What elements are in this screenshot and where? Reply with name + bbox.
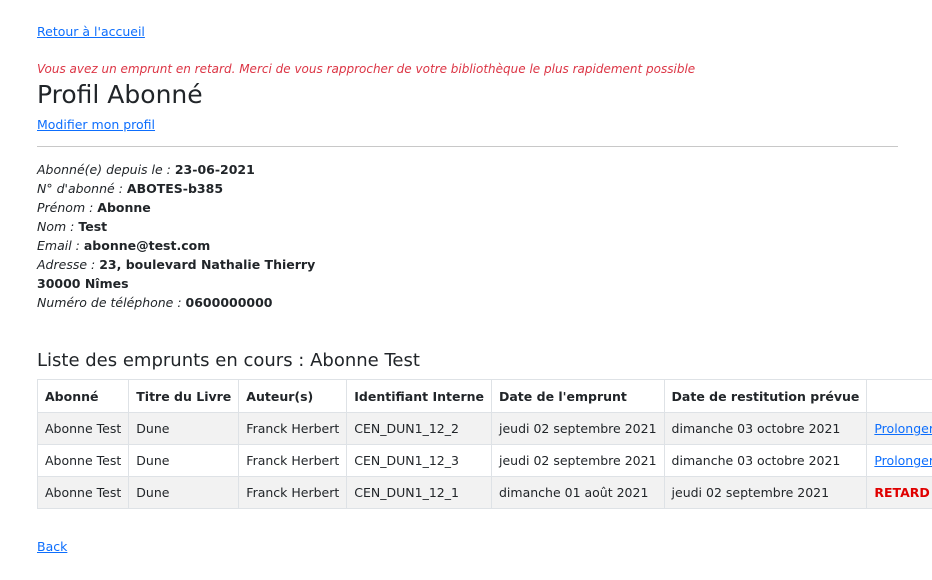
loans-table: Abonné Titre du Livre Auteur(s) Identifi… — [36, 379, 932, 509]
extend-loan-link[interactable]: Prolonger — [874, 453, 932, 468]
lastname-value: Test — [78, 219, 108, 234]
cell-loan-date: jeudi 02 septembre 2021 — [491, 444, 665, 477]
extend-loan-link[interactable]: Prolonger — [874, 421, 932, 436]
lastname-label: Nom : — [37, 219, 79, 234]
address-line2-row: 30000 Nîmes — [37, 274, 315, 293]
address-label: Adresse : — [37, 257, 100, 272]
cell-internal-id: CEN_DUN1_12_3 — [346, 444, 492, 477]
col-header-authors: Auteur(s) — [238, 379, 348, 413]
table-row: Abonne Test Dune Franck Herbert CEN_DUN1… — [36, 412, 932, 445]
divider — [37, 146, 898, 147]
table-header-row: Abonné Titre du Livre Auteur(s) Identifi… — [36, 379, 932, 413]
member-since-label: Abonné(e) depuis le : — [37, 162, 175, 177]
member-number-row: N° d'abonné : ABOTES-b385 — [37, 179, 315, 198]
cell-book-title: Dune — [128, 476, 240, 509]
table-row: Abonne Test Dune Franck Herbert CEN_DUN1… — [36, 476, 932, 509]
cell-internal-id: CEN_DUN1_12_1 — [346, 476, 492, 509]
firstname-row: Prénom : Abonne — [37, 198, 315, 217]
cell-status: RETARD — [866, 476, 932, 509]
col-header-subscriber: Abonné — [36, 379, 130, 413]
late-status-badge: RETARD — [874, 485, 930, 500]
lastname-row: Nom : Test — [37, 217, 315, 236]
overdue-alert: Vous avez un emprunt en retard. Merci de… — [37, 62, 696, 76]
edit-profile-link[interactable]: Modifier mon profil — [37, 117, 155, 132]
cell-book-title: Dune — [128, 444, 240, 477]
email-value: abonne@test.com — [83, 238, 211, 253]
cell-author: Franck Herbert — [238, 476, 348, 509]
member-since-value: 23-06-2021 — [174, 162, 255, 177]
address-line2: 30000 Nîmes — [37, 276, 129, 291]
address-row: Adresse : 23, boulevard Nathalie Thierry — [37, 255, 315, 274]
phone-row: Numéro de téléphone : 0600000000 — [37, 293, 315, 312]
firstname-label: Prénom : — [37, 200, 98, 215]
cell-loan-date: dimanche 01 août 2021 — [491, 476, 665, 509]
cell-subscriber: Abonne Test — [36, 412, 130, 445]
cell-due-date: dimanche 03 octobre 2021 — [663, 412, 868, 445]
col-header-action — [866, 379, 932, 413]
page-title: Profil Abonné — [37, 80, 203, 109]
col-header-book-title: Titre du Livre — [128, 379, 240, 413]
email-label: Email : — [37, 238, 84, 253]
member-number-value: ABOTES-b385 — [126, 181, 224, 196]
cell-author: Franck Herbert — [238, 412, 348, 445]
cell-author: Franck Herbert — [238, 444, 348, 477]
loans-title: Liste des emprunts en cours : Abonne Tes… — [37, 350, 420, 371]
address-line1: 23, boulevard Nathalie Thierry — [99, 257, 316, 272]
cell-loan-date: jeudi 02 septembre 2021 — [491, 412, 665, 445]
cell-subscriber: Abonne Test — [36, 476, 130, 509]
firstname-value: Abonne — [97, 200, 151, 215]
cell-due-date: jeudi 02 septembre 2021 — [663, 476, 868, 509]
email-row: Email : abonne@test.com — [37, 236, 315, 255]
phone-value: 0600000000 — [185, 295, 273, 310]
col-header-internal-id: Identifiant Interne — [346, 379, 492, 413]
cell-action: Prolonger — [866, 412, 932, 445]
member-number-label: N° d'abonné : — [37, 181, 127, 196]
phone-label: Numéro de téléphone : — [37, 295, 186, 310]
cell-subscriber: Abonne Test — [36, 444, 130, 477]
member-since-row: Abonné(e) depuis le : 23-06-2021 — [37, 160, 315, 179]
table-row: Abonne Test Dune Franck Herbert CEN_DUN1… — [36, 444, 932, 477]
cell-book-title: Dune — [128, 412, 240, 445]
col-header-loan-date: Date de l'emprunt — [491, 379, 665, 413]
profile-details: Abonné(e) depuis le : 23-06-2021 N° d'ab… — [37, 160, 315, 312]
cell-action: Prolonger — [866, 444, 932, 477]
page: Retour à l'accueil Vous avez un emprunt … — [0, 0, 932, 580]
col-header-due-date: Date de restitution prévue — [663, 379, 868, 413]
home-link[interactable]: Retour à l'accueil — [37, 24, 145, 39]
back-link[interactable]: Back — [37, 539, 67, 554]
cell-due-date: dimanche 03 octobre 2021 — [663, 444, 868, 477]
cell-internal-id: CEN_DUN1_12_2 — [346, 412, 492, 445]
